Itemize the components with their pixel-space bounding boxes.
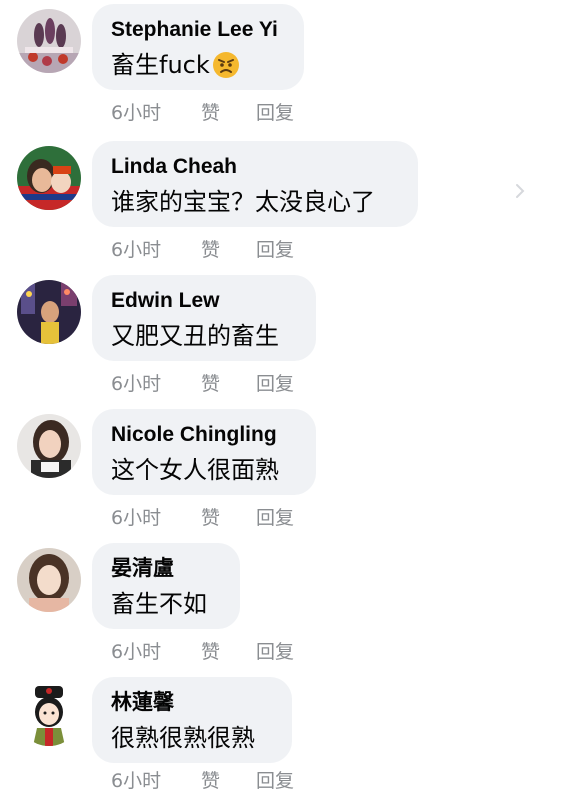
reply-button[interactable]: 回复 bbox=[256, 767, 316, 795]
avatar-edwin[interactable] bbox=[17, 280, 81, 344]
comment-time: 6小时 bbox=[111, 102, 162, 124]
comment-item: 晏清盧 畜生不如 6小时 赞回复 bbox=[0, 543, 574, 677]
comment-item: 林蓮馨 很熟很熟很熟 6小时 赞回复 bbox=[0, 677, 574, 811]
comment-text: 这个女人很面熟 bbox=[111, 456, 279, 484]
comment-author[interactable]: Edwin Lew bbox=[111, 288, 296, 314]
comment-text: 谁家的宝宝？太没良心了 bbox=[111, 188, 375, 216]
comment-actions: 6小时 赞回复 bbox=[111, 99, 316, 127]
comment-text: 又肥又丑的畜生 bbox=[111, 322, 279, 350]
comment-actions: 6小时 赞回复 bbox=[111, 370, 316, 398]
comment-text: 畜生fuck bbox=[111, 47, 284, 89]
reply-button[interactable]: 回复 bbox=[256, 370, 316, 398]
comment-time: 6小时 bbox=[111, 239, 162, 261]
reply-button[interactable]: 回复 bbox=[256, 236, 316, 264]
like-button[interactable]: 赞 bbox=[201, 236, 256, 264]
comment-text: 畜生不如 bbox=[111, 590, 207, 618]
chevron-right-icon bbox=[514, 182, 526, 204]
like-button[interactable]: 赞 bbox=[201, 638, 256, 666]
comment-bubble: Stephanie Lee Yi 畜生fuck bbox=[92, 4, 304, 90]
comment-time: 6小时 bbox=[111, 507, 162, 529]
reply-button[interactable]: 回复 bbox=[256, 504, 316, 532]
reply-button[interactable]: 回复 bbox=[256, 99, 316, 127]
avatar-linda[interactable] bbox=[17, 146, 81, 210]
avatar-yan[interactable] bbox=[17, 548, 81, 612]
comment-time: 6小时 bbox=[111, 373, 162, 395]
comment-time: 6小时 bbox=[111, 770, 162, 792]
comment-actions: 6小时 赞回复 bbox=[111, 504, 316, 532]
comment-bubble: Linda Cheah 谁家的宝宝？太没良心了 bbox=[92, 141, 418, 227]
comment-bubble: 林蓮馨 很熟很熟很熟 bbox=[92, 677, 292, 763]
angry-face-icon bbox=[212, 51, 240, 89]
like-button[interactable]: 赞 bbox=[201, 370, 256, 398]
like-button[interactable]: 赞 bbox=[201, 504, 256, 532]
comment-author[interactable]: Stephanie Lee Yi bbox=[111, 17, 284, 43]
comment-author[interactable]: 林蓮馨 bbox=[111, 690, 272, 716]
comment-item: Linda Cheah 谁家的宝宝？太没良心了 6小时 赞回复 bbox=[0, 141, 574, 275]
comment-actions: 6小时 赞回复 bbox=[111, 236, 316, 264]
comment-author[interactable]: 晏清盧 bbox=[111, 556, 220, 582]
comment-item: Nicole Chingling 这个女人很面熟 6小时 赞回复 bbox=[0, 409, 574, 543]
avatar-stephanie[interactable] bbox=[17, 9, 81, 73]
avatar-lin[interactable] bbox=[17, 682, 81, 746]
comment-item: Edwin Lew 又肥又丑的畜生 6小时 赞回复 bbox=[0, 275, 574, 409]
comment-item: Stephanie Lee Yi 畜生fuck 6小时 赞回复 bbox=[0, 4, 574, 138]
comment-text: 很熟很熟很熟 bbox=[111, 724, 255, 752]
comment-bubble: Nicole Chingling 这个女人很面熟 bbox=[92, 409, 316, 495]
reply-button[interactable]: 回复 bbox=[256, 638, 316, 666]
comment-actions: 6小时 赞回复 bbox=[111, 638, 316, 666]
comment-time: 6小时 bbox=[111, 641, 162, 663]
like-button[interactable]: 赞 bbox=[201, 767, 256, 795]
comment-actions: 6小时 赞回复 bbox=[111, 767, 316, 795]
comment-author[interactable]: Linda Cheah bbox=[111, 154, 398, 180]
comment-bubble: 晏清盧 畜生不如 bbox=[92, 543, 240, 629]
avatar-nicole[interactable] bbox=[17, 414, 81, 478]
comment-author[interactable]: Nicole Chingling bbox=[111, 422, 296, 448]
like-button[interactable]: 赞 bbox=[201, 99, 256, 127]
comment-bubble: Edwin Lew 又肥又丑的畜生 bbox=[92, 275, 316, 361]
